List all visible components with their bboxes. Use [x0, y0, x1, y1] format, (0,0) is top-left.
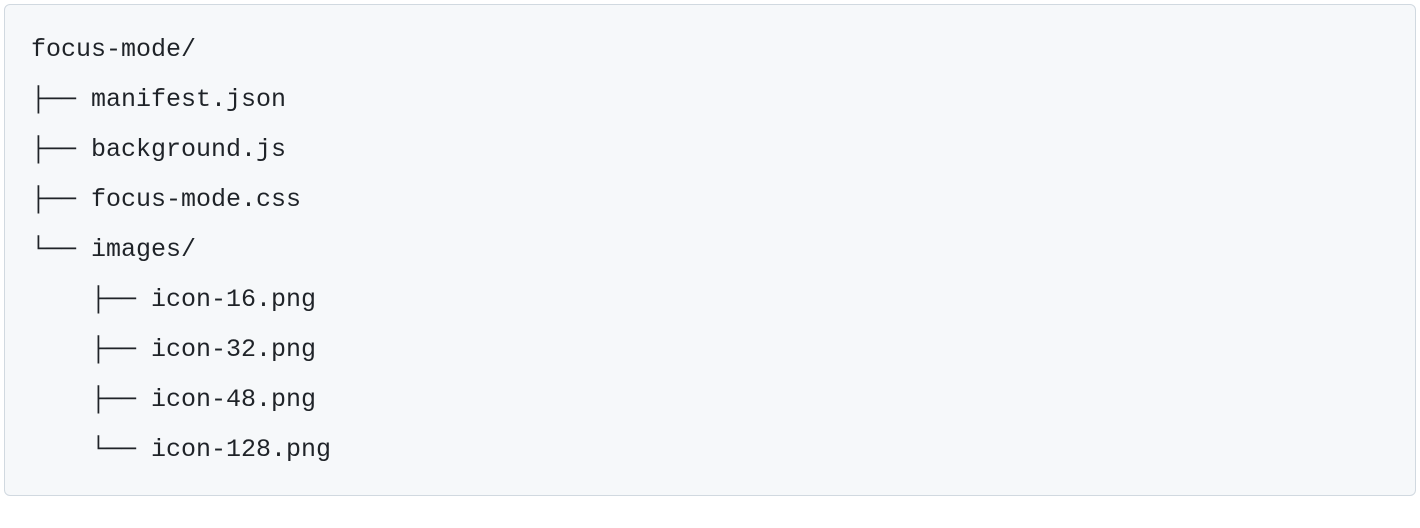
tree-line: ├── manifest.json: [31, 75, 1389, 125]
tree-line: focus-mode/: [31, 25, 1389, 75]
tree-line: └── images/: [31, 225, 1389, 275]
file-tree-block: focus-mode/├── manifest.json├── backgrou…: [4, 4, 1416, 496]
tree-line: ├── icon-16.png: [31, 275, 1389, 325]
tree-line: └── icon-128.png: [31, 425, 1389, 475]
tree-line: ├── icon-48.png: [31, 375, 1389, 425]
tree-line: ├── background.js: [31, 125, 1389, 175]
tree-line: ├── icon-32.png: [31, 325, 1389, 375]
tree-line: ├── focus-mode.css: [31, 175, 1389, 225]
